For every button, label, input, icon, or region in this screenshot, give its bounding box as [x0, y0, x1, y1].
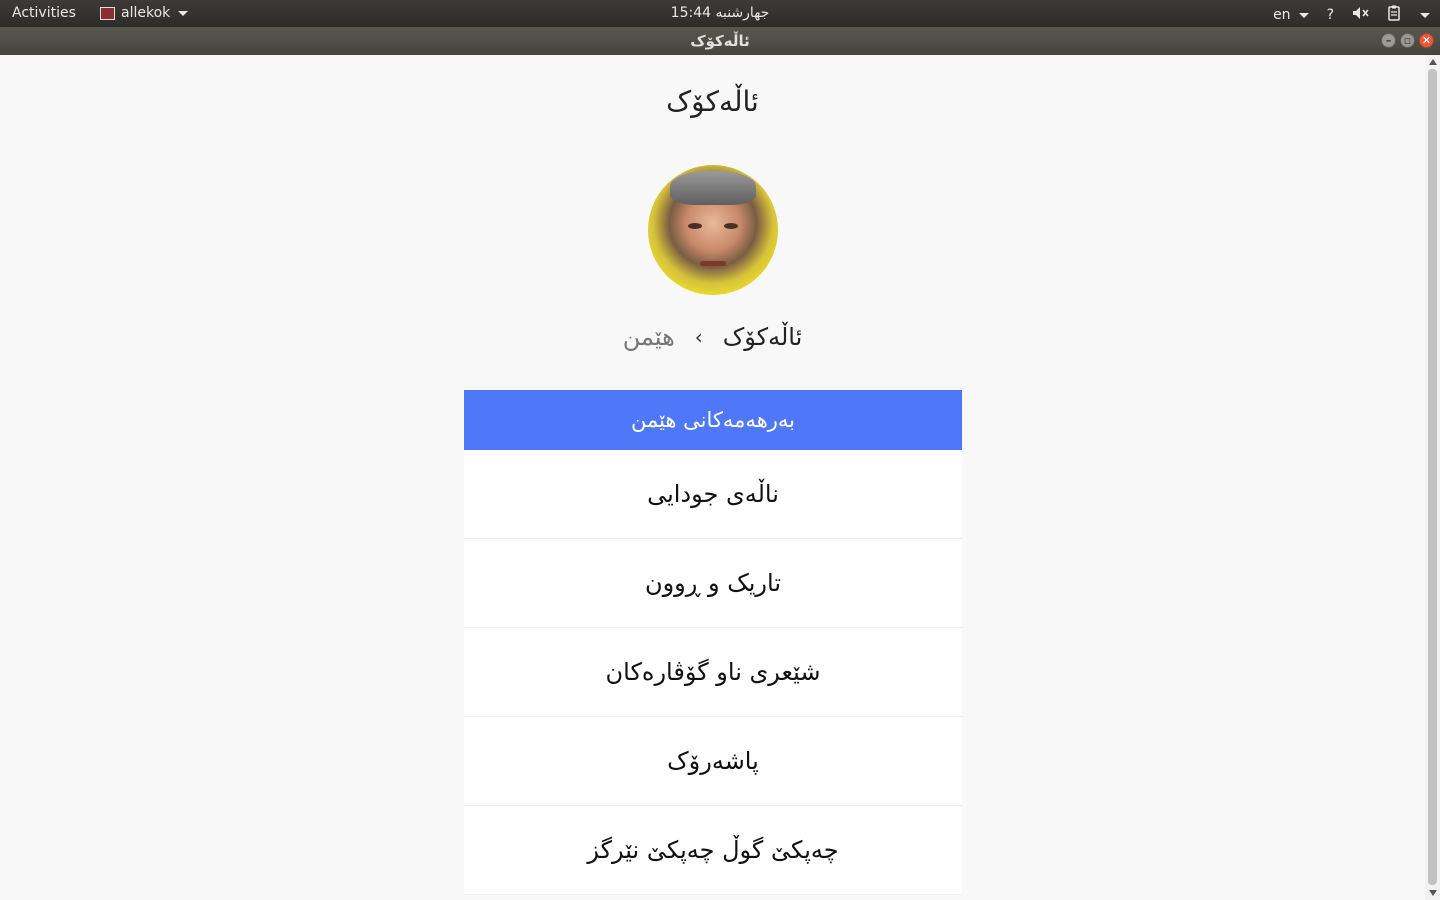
volume-muted-icon[interactable]	[1352, 6, 1370, 24]
window-titlebar[interactable]: ئاڵەکۆک – ▫ ✕	[0, 27, 1440, 55]
help-icon[interactable]: ?	[1327, 7, 1334, 23]
breadcrumb-current: هێمن	[622, 323, 675, 351]
chevron-down-icon	[1298, 12, 1309, 18]
list-item[interactable]: تاریک و ڕوون	[464, 539, 962, 628]
works-list-header: بەرهەمەکانی هێمن	[464, 390, 962, 450]
poet-avatar	[648, 165, 778, 295]
scroll-down-icon[interactable]	[1429, 890, 1437, 896]
works-list: بەرهەمەکانی هێمن ناڵەی جودایی تاریک و ڕو…	[464, 390, 962, 895]
page-title[interactable]: ئاڵەکۆک	[0, 85, 1425, 118]
system-top-bar: Activities allekok جهارشنبه 15:44 en ?	[0, 0, 1440, 27]
list-item[interactable]: چەپکێ گوڵ چەپکێ نێرگز	[464, 806, 962, 895]
clipboard-icon[interactable]	[1388, 5, 1400, 25]
avatar-hair	[670, 171, 756, 205]
breadcrumb: ئاڵەکۆک › هێمن	[0, 323, 1425, 351]
maximize-button[interactable]: ▫	[1400, 33, 1415, 48]
list-item[interactable]: شێعری ناو گۆڤارەکان	[464, 628, 962, 717]
system-menu-caret-icon[interactable]	[1420, 12, 1430, 18]
language-label: en	[1273, 7, 1291, 23]
scroll-thumb[interactable]	[1428, 69, 1437, 885]
breadcrumb-home-link[interactable]: ئاڵەکۆک	[723, 323, 802, 351]
language-selector[interactable]: en	[1273, 7, 1309, 23]
clock[interactable]: جهارشنبه 15:44	[0, 5, 1440, 21]
window-title: ئاڵەکۆک	[690, 32, 750, 50]
list-item[interactable]: ناڵەی جودایی	[464, 450, 962, 539]
avatar-mouth	[700, 261, 726, 266]
vertical-scrollbar[interactable]	[1425, 55, 1440, 900]
scroll-up-icon[interactable]	[1429, 59, 1437, 65]
breadcrumb-separator: ›	[694, 325, 703, 349]
avatar-eye	[688, 223, 702, 229]
list-item[interactable]: پاشەرۆک	[464, 717, 962, 806]
main-content: ئاڵەکۆک ئاڵەکۆک › هێمن بەرهەمەکانی هێمن …	[0, 55, 1425, 900]
close-button[interactable]: ✕	[1419, 33, 1434, 48]
minimize-button[interactable]: –	[1381, 33, 1396, 48]
avatar-eye	[724, 223, 738, 229]
